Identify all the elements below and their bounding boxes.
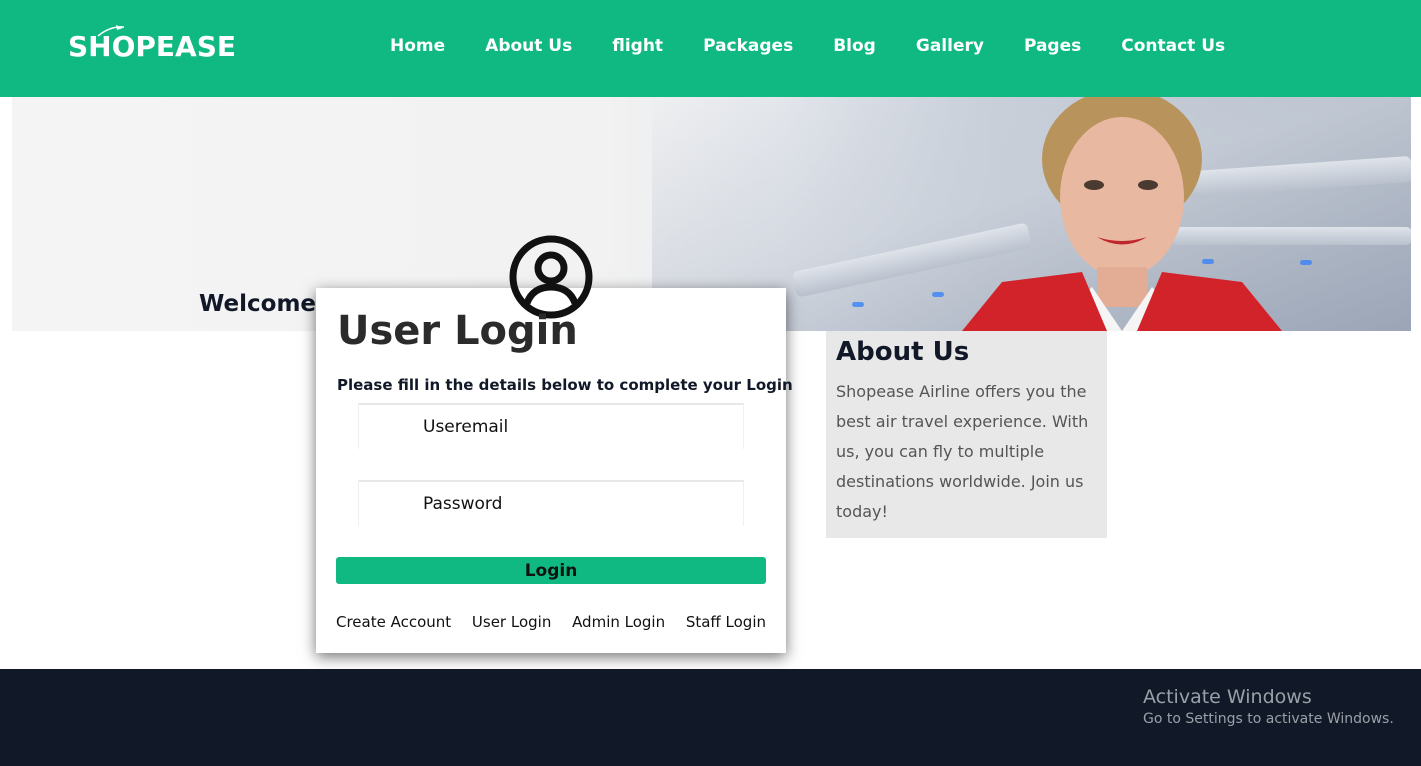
useremail-input[interactable] (358, 403, 744, 449)
main-nav: Home About Us flight Packages Blog Galle… (390, 36, 1265, 56)
nav-flight[interactable]: flight (612, 36, 663, 56)
nav-blog[interactable]: Blog (833, 36, 876, 56)
user-circle-icon (509, 235, 593, 319)
nav-about-us[interactable]: About Us (485, 36, 572, 56)
login-links: Create Account User Login Admin Login St… (336, 613, 766, 631)
password-input[interactable] (358, 480, 744, 526)
flight-attendant-image (962, 97, 1282, 331)
login-button[interactable]: Login (336, 557, 766, 584)
about-title: About Us (836, 337, 970, 367)
nav-contact-us[interactable]: Contact Us (1121, 36, 1225, 56)
navbar: SHOPEASE Home About Us flight Packages B… (0, 0, 1421, 97)
nav-packages[interactable]: Packages (703, 36, 793, 56)
activate-windows-title: Activate Windows (1143, 686, 1312, 708)
user-login-link[interactable]: User Login (472, 613, 551, 631)
nav-home[interactable]: Home (390, 36, 445, 56)
about-text: Shopease Airline offers you the best air… (836, 382, 1089, 521)
login-subtitle: Please fill in the details below to comp… (337, 376, 793, 394)
cabin-light (852, 302, 864, 307)
about-panel: About Us Shopease Airline offers you the… (826, 331, 1107, 538)
admin-login-link[interactable]: Admin Login (572, 613, 665, 631)
site-logo[interactable]: SHOPEASE (68, 30, 236, 63)
create-account-link[interactable]: Create Account (336, 613, 451, 631)
nav-pages[interactable]: Pages (1024, 36, 1081, 56)
nav-gallery[interactable]: Gallery (916, 36, 984, 56)
staff-login-link[interactable]: Staff Login (686, 613, 766, 631)
activate-windows-subtitle: Go to Settings to activate Windows. (1143, 711, 1394, 727)
login-title: User Login (337, 308, 578, 354)
